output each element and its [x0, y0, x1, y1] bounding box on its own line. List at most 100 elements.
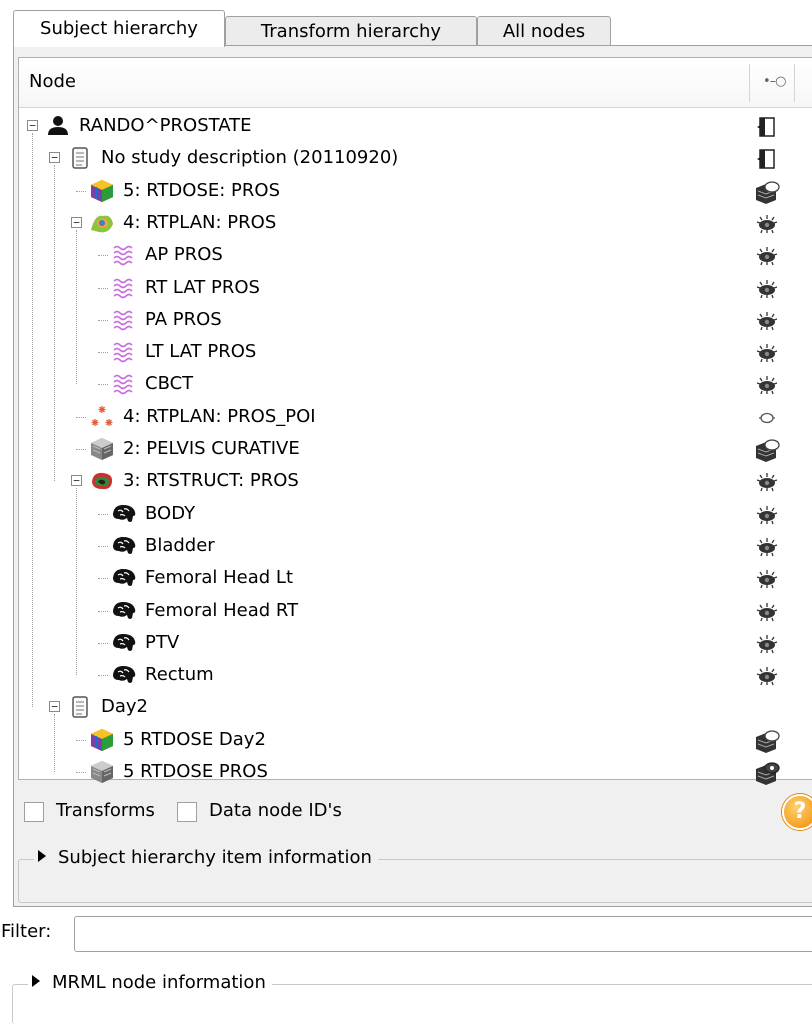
eye-icon[interactable]	[754, 244, 780, 268]
tree-row[interactable]: Bladder	[19, 531, 812, 563]
tree-connector	[98, 384, 108, 386]
eye-icon[interactable]	[754, 309, 780, 333]
scene-icon[interactable]	[754, 147, 780, 171]
collapse-toggle-icon[interactable]: −	[27, 120, 38, 131]
tree-connector	[76, 416, 86, 418]
tree-row-label: RANDO^PROSTATE	[79, 115, 252, 136]
tree-row[interactable]: 5: RTDOSE: PROS	[19, 176, 812, 208]
eye-icon[interactable]	[754, 664, 780, 688]
dose-volume-icon	[89, 178, 115, 204]
tree-row-label: CBCT	[145, 373, 194, 395]
eye-icon[interactable]	[754, 470, 780, 494]
collapse-toggle-icon[interactable]: −	[71, 475, 82, 487]
eye-icon[interactable]	[754, 632, 780, 656]
filter-input[interactable]	[74, 916, 812, 952]
help-icon[interactable]: ?	[782, 794, 812, 830]
subject-hierarchy-tree[interactable]: Node •–○ − RANDO^PROSTATE − No study descri…	[18, 57, 812, 785]
tree-row-label: LT LAT PROS	[145, 341, 257, 363]
collapse-toggle-icon[interactable]: −	[49, 701, 60, 713]
node-column-header[interactable]: Node	[29, 71, 76, 92]
mrml-node-info-toggle[interactable]: MRML node information	[28, 972, 272, 993]
segment-icon	[111, 598, 137, 624]
column-divider[interactable]	[794, 64, 795, 102]
eye-icon[interactable]	[754, 373, 780, 397]
tree-connector	[76, 190, 86, 192]
tree-connector	[76, 229, 77, 385]
tree-connector	[54, 165, 55, 482]
segment-icon	[111, 662, 137, 688]
volume-visibility-icon[interactable]	[754, 729, 780, 753]
tab-all-nodes[interactable]: All nodes	[477, 16, 611, 46]
tree-connector	[76, 449, 86, 450]
transforms-checkbox[interactable]	[24, 802, 44, 822]
study-icon	[67, 145, 93, 171]
expand-arrow-icon	[38, 850, 46, 862]
eye-icon[interactable]	[754, 277, 780, 301]
beam-icon	[111, 242, 137, 268]
sh-item-info-toggle[interactable]: Subject hierarchy item information	[34, 847, 378, 868]
tree-row[interactable]: BODY	[19, 499, 812, 531]
tree-row[interactable]: 5 RTDOSE PROS	[19, 757, 812, 789]
data-node-ids-checkbox[interactable]	[177, 802, 197, 822]
tree-connector	[98, 513, 108, 515]
tree-row[interactable]: − RANDO^PROSTATE	[19, 111, 812, 143]
volume-visibility-on-icon[interactable]	[754, 761, 780, 785]
eye-icon[interactable]	[754, 567, 780, 591]
scene-icon[interactable]	[754, 115, 780, 139]
tree-row[interactable]: PTV	[19, 628, 812, 660]
collapse-toggle-icon[interactable]: −	[71, 216, 82, 228]
tree-row[interactable]: CBCT	[19, 369, 812, 401]
data-node-ids-label: Data node ID's	[209, 800, 342, 821]
tree-row[interactable]: 5 RTDOSE Day2	[19, 725, 812, 757]
tree-row-label: Day2	[101, 696, 148, 718]
tree-row[interactable]: RT LAT PROS	[19, 273, 812, 305]
tree-row-label: RT LAT PROS	[145, 276, 260, 298]
tree-connector	[98, 287, 108, 289]
mrml-node-info-label: MRML node information	[52, 972, 266, 993]
dose-volume-icon	[89, 727, 115, 753]
beam-icon	[111, 339, 137, 365]
segment-icon	[111, 501, 137, 527]
tree-row[interactable]: − 3: RTSTRUCT: PROS	[19, 466, 812, 498]
tab-transform-hierarchy[interactable]: Transform hierarchy	[225, 16, 477, 46]
eye-icon[interactable]	[754, 600, 780, 624]
eye-closed-icon[interactable]	[754, 406, 780, 430]
tree-row[interactable]: Rectum	[19, 660, 812, 692]
segment-icon	[111, 533, 137, 559]
tree-row-label: Femoral Head Lt	[145, 567, 294, 589]
eye-icon[interactable]	[754, 503, 780, 527]
tree-connector	[98, 675, 108, 677]
eye-icon[interactable]	[754, 535, 780, 559]
segment-icon	[111, 565, 137, 591]
filter-label: Filter:	[1, 921, 52, 942]
tree-row[interactable]: Femoral Head RT	[19, 596, 812, 628]
tab-subject-hierarchy[interactable]: Subject hierarchy	[13, 10, 225, 47]
tree-row[interactable]: − No study description (20110920)	[19, 143, 812, 175]
column-divider[interactable]	[749, 64, 750, 102]
ct-volume-icon	[89, 436, 115, 462]
pin-icon[interactable]: •–○	[763, 74, 786, 89]
transforms-label: Transforms	[56, 800, 155, 821]
tree-connector	[98, 610, 108, 612]
eye-icon[interactable]	[754, 341, 780, 365]
eye-icon[interactable]	[754, 212, 780, 236]
tree-row[interactable]: − 4: RTPLAN: PROS	[19, 208, 812, 240]
beam-icon	[111, 307, 137, 333]
segment-icon	[111, 630, 137, 656]
tree-row[interactable]: 4: RTPLAN: PROS_POI	[19, 402, 812, 434]
tree-connector	[76, 739, 86, 741]
tree-row[interactable]: PA PROS	[19, 305, 812, 337]
tree-row-label: AP PROS	[145, 244, 223, 266]
tree-row-label: 4: RTPLAN: PROS_POI	[123, 405, 316, 427]
beam-icon	[111, 371, 137, 397]
volume-visibility-icon[interactable]	[754, 438, 780, 462]
tree-row[interactable]: 2: PELVIS CURATIVE	[19, 434, 812, 466]
volume-visibility-icon[interactable]	[754, 180, 780, 204]
tree-connector	[98, 578, 108, 580]
tree-row[interactable]: − Day2	[19, 692, 812, 724]
tree-connector	[98, 352, 108, 354]
tree-row[interactable]: LT LAT PROS	[19, 337, 812, 369]
tree-row[interactable]: Femoral Head Lt	[19, 563, 812, 595]
tree-row[interactable]: AP PROS	[19, 240, 812, 272]
collapse-toggle-icon[interactable]: −	[49, 152, 60, 164]
